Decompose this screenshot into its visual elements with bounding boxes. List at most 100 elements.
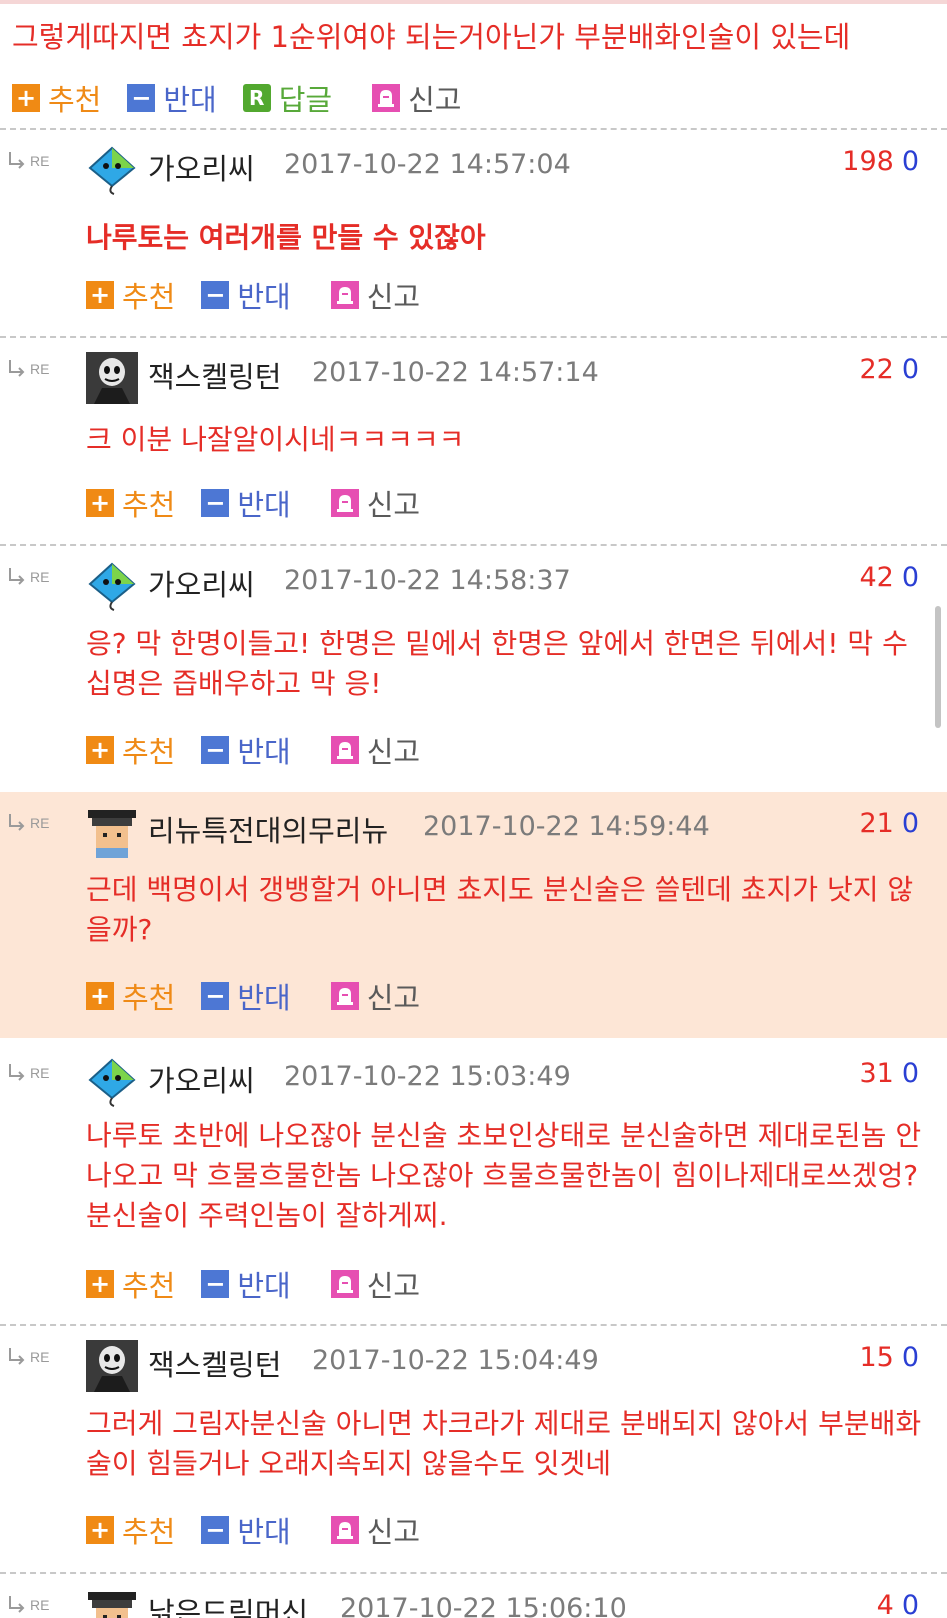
oppose-button[interactable]: − 반대	[201, 274, 291, 316]
oppose-button[interactable]: − 반대	[127, 77, 217, 119]
comment-actions: + 추천 − 반대 신고	[86, 1264, 446, 1304]
comment-author[interactable]: 잭스켈링턴	[148, 1342, 281, 1384]
recommend-button[interactable]: + 추천	[86, 729, 175, 771]
comment-actions: + 추천 − 반대 신고	[86, 483, 446, 523]
reply-button[interactable]: R 답글	[242, 77, 333, 119]
comment-author[interactable]: 가오리씨	[148, 146, 255, 188]
report-label: 신고	[366, 735, 421, 769]
report-button[interactable]: 신고	[330, 1509, 420, 1551]
reply-arrow-icon: RE	[9, 360, 49, 377]
minus-icon: −	[201, 1270, 230, 1298]
report-button[interactable]: 신고	[330, 729, 421, 771]
recommend-button[interactable]: + 추천	[86, 274, 175, 316]
comment-date: 2017-10-22 14:58:37	[284, 565, 571, 596]
oppose-button[interactable]: − 반대	[201, 975, 291, 1017]
jack-skellington-avatar-icon	[86, 352, 138, 404]
oppose-button[interactable]: − 반대	[201, 482, 291, 524]
recommend-button[interactable]: + 추천	[86, 482, 175, 524]
minus-icon: −	[201, 489, 230, 517]
downvote-count: 0	[901, 1590, 919, 1618]
minus-icon: −	[127, 84, 156, 112]
vote-counts: 40	[877, 1590, 919, 1618]
recommend-button[interactable]: + 추천	[86, 1263, 175, 1305]
recommend-label: 추천	[122, 488, 176, 522]
vote-counts: 22 0	[859, 354, 919, 385]
upvote-count: 31	[859, 1058, 894, 1089]
oppose-label: 반대	[237, 488, 291, 522]
svg-text:RE: RE	[30, 569, 49, 585]
plus-icon: +	[86, 982, 114, 1010]
reply-arrow-icon: RE	[9, 1064, 49, 1081]
comment-item: RE 가오리씨 2017-10-22 14:58:37 42 0 응? 막 한명이…	[0, 546, 947, 792]
reply-icon: R	[242, 84, 271, 112]
oppose-label: 반대	[237, 981, 291, 1015]
downvote-count: 0	[901, 146, 919, 177]
report-button[interactable]: 신고	[372, 77, 462, 119]
plus-icon: +	[86, 1270, 114, 1298]
downvote-count: 0	[901, 1058, 919, 1089]
recommend-label: 추천	[122, 735, 176, 769]
comment-actions: + 추천 − 반대 신고	[86, 730, 446, 770]
comment-actions: + 추천 − 반대 신고	[86, 275, 446, 315]
svg-text:RE: RE	[30, 1065, 49, 1081]
reply-arrow-icon: RE	[9, 814, 49, 831]
downvote-count: 0	[901, 808, 919, 839]
parent-comment-actions: + 추천 − 반대 R 답글 신고	[12, 78, 488, 118]
oppose-button[interactable]: − 반대	[201, 729, 291, 771]
oppose-label: 반대	[163, 83, 217, 117]
oppose-button[interactable]: − 반대	[201, 1263, 291, 1305]
comment-actions: + 추천 − 반대 신고	[86, 1510, 446, 1550]
comment-date: 2017-10-22 15:03:49	[284, 1061, 571, 1092]
report-button[interactable]: 신고	[330, 1263, 420, 1305]
minus-icon: −	[201, 982, 230, 1010]
comment-item-highlighted: RE 리뉴특전대의무리뉴 2017-10-22 14:59:44 21 0 근데 …	[0, 792, 947, 1038]
reply-arrow-icon: RE	[9, 1596, 49, 1613]
upvote-count: 198	[842, 146, 894, 177]
minus-icon: −	[201, 1516, 230, 1544]
upvote-count: 15	[859, 1342, 894, 1373]
recommend-label: 추천	[122, 1515, 176, 1549]
comment-actions: + 추천 − 반대 신고	[86, 976, 446, 1016]
graduate-avatar-icon	[88, 810, 136, 858]
svg-text:RE: RE	[30, 1597, 49, 1613]
comment-text: 응? 막 한명이들고! 한명은 밑에서 한명은 앞에서 한면은 뒤에서! 막 수…	[86, 627, 908, 700]
recommend-label: 추천	[122, 981, 176, 1015]
downvote-count: 0	[901, 562, 919, 593]
oppose-label: 반대	[237, 1515, 291, 1549]
report-button[interactable]: 신고	[330, 274, 420, 316]
recommend-button[interactable]: + 추천	[86, 1509, 175, 1551]
upvote-count: 42	[859, 562, 894, 593]
oppose-label: 반대	[237, 735, 291, 769]
oppose-button[interactable]: − 반대	[201, 1509, 291, 1551]
reply-arrow-icon: RE	[9, 568, 49, 585]
comment-item: RE 잭스켈링턴 2017-10-22 15:04:49 15 0 그러게 그림자…	[0, 1326, 947, 1572]
comment-author[interactable]: 가오리씨	[148, 1058, 255, 1100]
report-button[interactable]: 신고	[330, 482, 420, 524]
top-border	[0, 0, 947, 4]
reply-label: 답글	[278, 83, 333, 117]
comment-author[interactable]: 낡은드림머신	[148, 1590, 308, 1618]
plus-icon: +	[86, 1516, 114, 1544]
plus-icon: +	[86, 489, 114, 517]
recommend-button[interactable]: + 추천	[86, 975, 175, 1017]
upvote-count: 4	[876, 1590, 894, 1618]
upvote-count: 21	[859, 808, 894, 839]
comment-date: 2017-10-22 14:59:44	[423, 811, 710, 842]
comment-author[interactable]: 리뉴특전대의무리뉴	[148, 808, 388, 850]
plus-icon: +	[86, 281, 114, 309]
siren-icon	[330, 1516, 359, 1544]
scrollbar[interactable]	[935, 606, 941, 728]
downvote-count: 0	[901, 354, 919, 385]
svg-text:RE: RE	[30, 815, 49, 831]
siren-icon	[330, 982, 359, 1010]
recommend-button[interactable]: + 추천	[12, 77, 101, 119]
comment-author[interactable]: 잭스켈링턴	[148, 354, 281, 396]
report-button[interactable]: 신고	[330, 975, 420, 1017]
vote-counts: 21 0	[859, 808, 919, 839]
comment-author[interactable]: 가오리씨	[148, 562, 255, 604]
downvote-count: 0	[901, 1342, 919, 1373]
comment-item: RE 가오리씨 2017-10-22 15:03:49 31 0 나루토 초반에 …	[0, 1038, 947, 1324]
siren-icon	[372, 84, 401, 112]
oppose-label: 반대	[237, 280, 291, 314]
comment-text: 크 이분 나잘알이시네ㅋㅋㅋㅋㅋ	[86, 423, 465, 456]
